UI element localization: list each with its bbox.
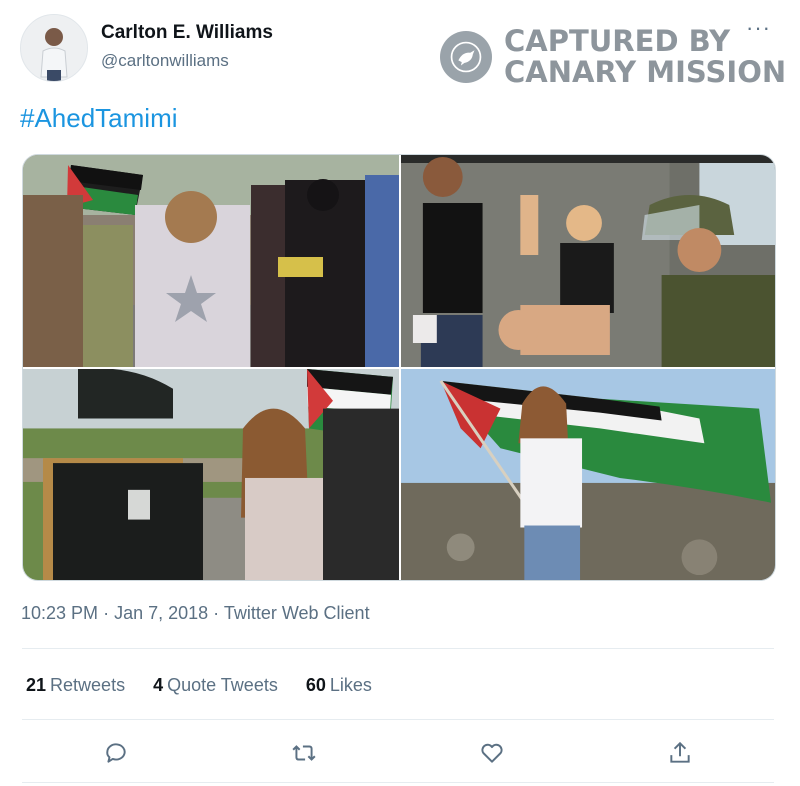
likes-stat[interactable]: 60 Likes (306, 675, 372, 696)
divider-bottom (22, 782, 774, 783)
photo-children-soldier[interactable] (399, 155, 775, 367)
reply-icon (106, 743, 126, 763)
likes-count: 60 (305, 675, 326, 695)
author-name[interactable]: Carlton E. Williams (101, 22, 273, 44)
reply-button[interactable] (98, 735, 134, 771)
person-avatar-icon (21, 15, 87, 81)
quote-tweets-stat[interactable]: 4 Quote Tweets (153, 675, 278, 696)
watermark-line-2: CANARY MISSION (504, 55, 787, 89)
watermark-line-1: CAPTURED BY (504, 24, 731, 58)
tweet-time[interactable]: 10:23 PM (21, 603, 98, 623)
retweets-count: 21 (26, 675, 47, 695)
likes-label: Likes (329, 675, 372, 695)
quotes-count: 4 (153, 675, 164, 695)
hashtag-link[interactable]: #AhedTamimi (20, 103, 178, 134)
retweet-button[interactable] (286, 735, 322, 771)
media-grid (22, 154, 776, 581)
photo-girl-soldier-confrontation[interactable] (23, 367, 399, 580)
tweet-client[interactable]: Twitter Web Client (224, 603, 370, 623)
engagement-stats: 21 Retweets 4 Quote Tweets 60 Likes (26, 675, 400, 696)
canary-mission-watermark: CAPTURED BY CANARY MISSION (440, 26, 786, 88)
retweets-stat[interactable]: 21 Retweets (26, 675, 125, 696)
tweet-date[interactable]: Jan 7, 2018 (114, 603, 208, 623)
heart-icon (481, 743, 503, 763)
tweet-actions (0, 735, 800, 771)
retweets-label: Retweets (50, 675, 126, 695)
photo-protest-march[interactable] (23, 155, 399, 367)
retweet-icon (292, 745, 316, 761)
share-icon (670, 741, 690, 763)
author-handle[interactable]: @carltonwilliams (101, 51, 229, 71)
quotes-label: Quote Tweets (167, 675, 278, 695)
divider-middle (22, 719, 774, 720)
tweet-timestamp: 10:23 PM · Jan 7, 2018 · Twitter Web Cli… (21, 603, 370, 624)
like-button[interactable] (474, 735, 510, 771)
share-button[interactable] (662, 735, 698, 771)
photo-girl-waving-flag[interactable] (399, 367, 775, 580)
divider-top (22, 648, 774, 649)
canary-bird-icon (440, 31, 492, 83)
author-avatar[interactable] (20, 14, 88, 82)
